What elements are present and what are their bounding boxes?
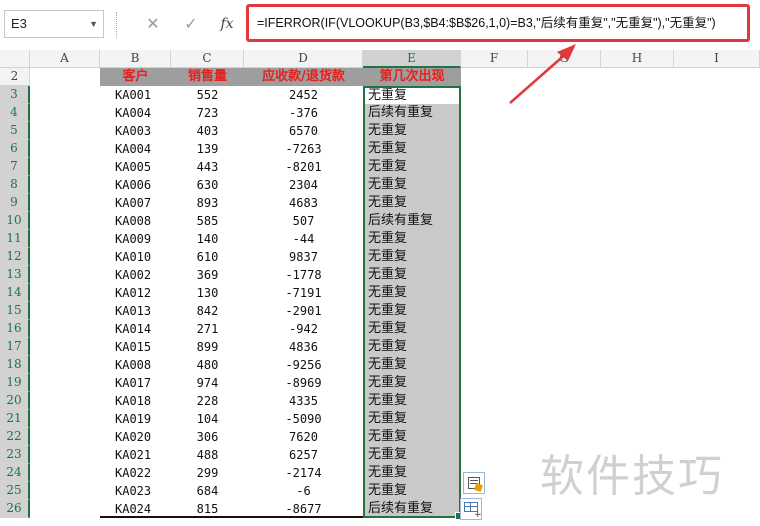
watermark: 软件技巧 (540, 451, 724, 502)
arrow-line (509, 51, 569, 104)
